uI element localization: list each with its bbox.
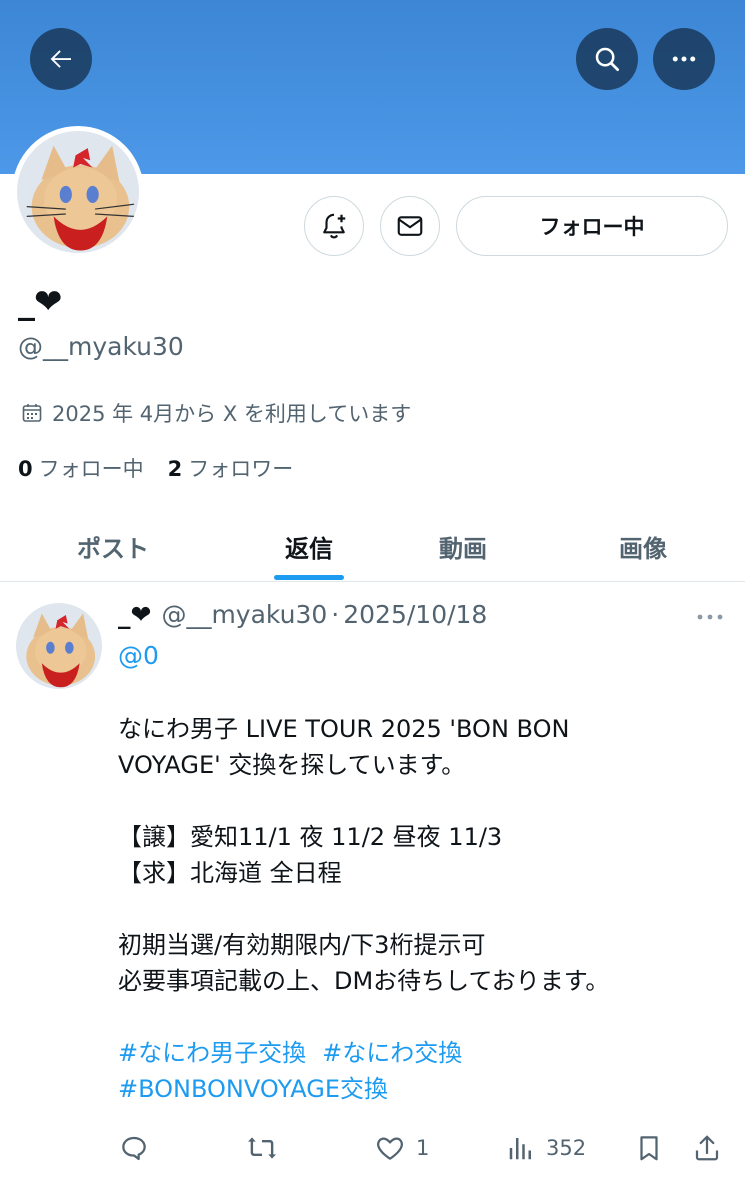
user-handle: @__myaku30 [18, 332, 184, 361]
views-button[interactable]: 352 [506, 1128, 586, 1168]
post-header: _❤ @__myaku30 · 2025/10/18 [118, 600, 487, 629]
back-button[interactable] [30, 28, 92, 90]
views-count: 352 [546, 1136, 587, 1160]
post-date[interactable]: 2025/10/18 [343, 600, 487, 629]
post-item[interactable]: _❤ @__myaku30 · 2025/10/18 @0 なにわ男子 LIVE… [0, 583, 745, 1200]
post-hashtags: #なにわ男子交換 #なにわ交換 #BONBONVOYAGE交換 [118, 1035, 718, 1107]
follow-stats: 0 フォロー中 2 フォロワー [18, 453, 293, 483]
like-button[interactable]: 1 [374, 1128, 429, 1168]
post-paragraph-2: 【譲】愛知11/1 夜 11/2 昼夜 11/3 【求】北海道 全日程 [118, 823, 503, 887]
share-icon [695, 1135, 719, 1161]
search-icon [595, 47, 619, 71]
search-button[interactable] [576, 28, 638, 90]
notify-button[interactable] [304, 196, 364, 256]
repost-icon [248, 1137, 276, 1159]
profile-avatar[interactable] [12, 126, 144, 258]
tab-replies[interactable]: 返信 [226, 510, 392, 582]
calendar-icon [22, 404, 42, 422]
joined-date: 2025 年 4月から X を利用しています [20, 398, 411, 428]
heart-icon [377, 1137, 403, 1160]
following-button[interactable]: フォロー中 [456, 196, 728, 256]
message-button[interactable] [380, 196, 440, 256]
bell-plus-icon [323, 213, 346, 239]
like-count: 1 [416, 1136, 430, 1160]
post-author-name[interactable]: _❤ [118, 600, 151, 629]
mail-icon [397, 216, 423, 236]
post-paragraph-3: 初期当選/有効期限内/下3桁提示可 必要事項記載の上、DMお待ちしております。 [118, 931, 610, 995]
hashtag-link[interactable]: #なにわ男子交換 [118, 1039, 306, 1067]
tab-videos[interactable]: 動画 [380, 510, 546, 582]
post-avatar[interactable] [16, 603, 102, 689]
more-horizontal-icon [672, 56, 696, 62]
hashtag-link[interactable]: #なにわ交換 [322, 1039, 462, 1067]
post-actions: 1 352 [0, 1128, 745, 1168]
reply-icon [122, 1136, 146, 1161]
tab-images[interactable]: 画像 [560, 510, 726, 582]
bookmark-button[interactable] [634, 1128, 664, 1168]
post-paragraph-1: なにわ男子 LIVE TOUR 2025 'BON BON VOYAGE' 交換… [118, 715, 570, 779]
views-chart-icon [509, 1138, 531, 1160]
bookmark-icon [640, 1136, 658, 1161]
more-button[interactable] [653, 28, 715, 90]
following-link[interactable]: 0 フォロー中 [18, 453, 144, 483]
share-button[interactable] [692, 1128, 722, 1168]
reply-button[interactable] [118, 1128, 160, 1168]
hashtag-link[interactable]: #BONBONVOYAGE交換 [118, 1075, 388, 1103]
repost-button[interactable] [246, 1128, 288, 1168]
display-name: _❤ [18, 282, 62, 322]
joined-text: 2025 年 4月から X を利用しています [52, 402, 412, 426]
post-separator: · [331, 600, 340, 629]
active-tab-indicator [274, 575, 344, 580]
arrow-left-icon [50, 50, 71, 68]
post-author-handle[interactable]: @__myaku30 [161, 600, 327, 629]
post-text: なにわ男子 LIVE TOUR 2025 'BON BON VOYAGE' 交換… [118, 711, 718, 1107]
cat-avatar-image [17, 131, 139, 253]
profile-tabs: ポスト 返信 動画 画像 [0, 510, 745, 582]
followers-link[interactable]: 2 フォロワー [168, 453, 294, 483]
reply-to-mention[interactable]: @0 [118, 641, 159, 670]
post-more-icon[interactable] [694, 607, 726, 627]
tab-posts[interactable]: ポスト [30, 510, 196, 582]
